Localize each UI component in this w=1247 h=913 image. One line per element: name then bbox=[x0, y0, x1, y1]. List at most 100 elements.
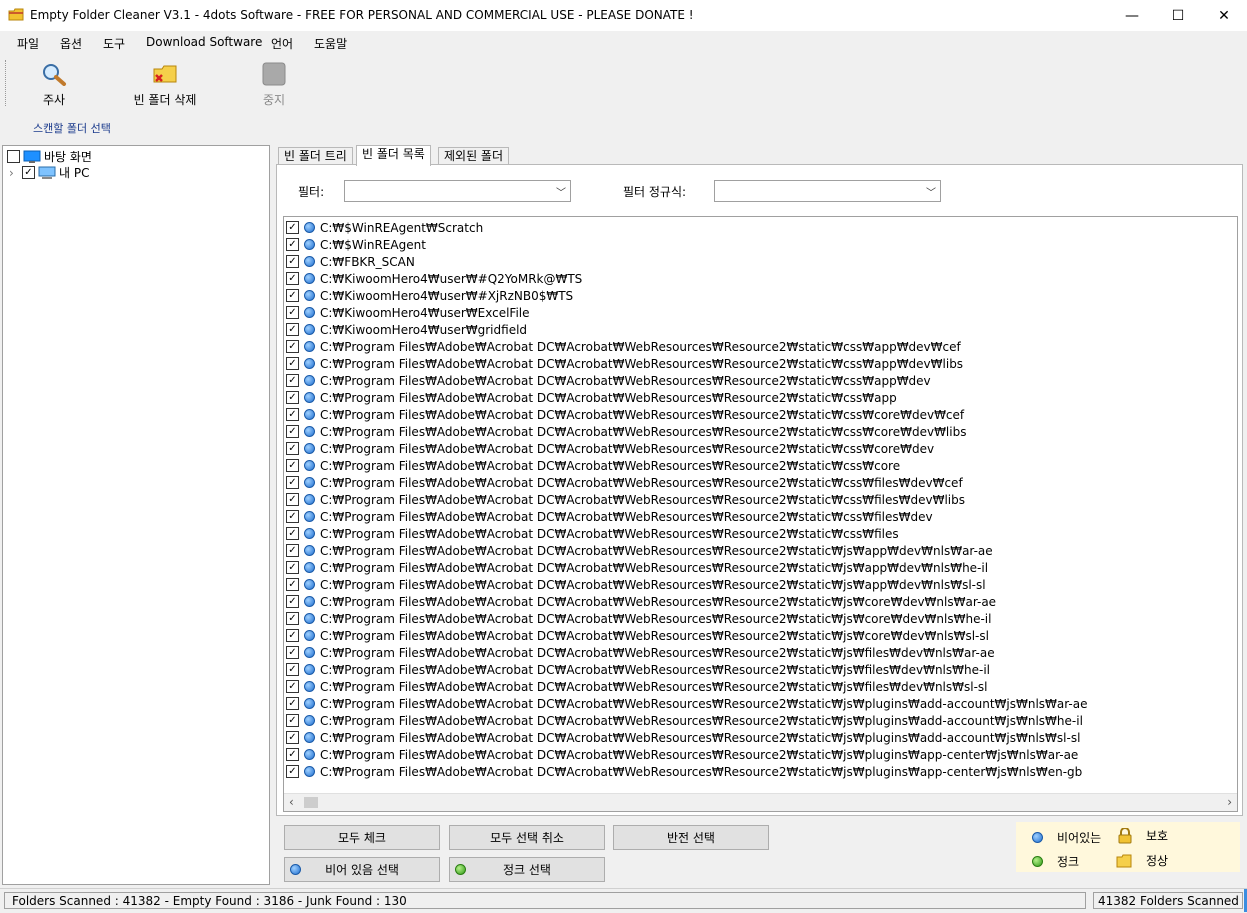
list-item-checkbox[interactable]: ✓ bbox=[286, 510, 299, 523]
list-item[interactable]: ✓ C:₩Program Files₩Adobe₩Acrobat DC₩Acrob… bbox=[286, 355, 963, 372]
list-item-checkbox[interactable]: ✓ bbox=[286, 357, 299, 370]
select-empty-button[interactable]: 비어 있음 선택 bbox=[284, 857, 440, 882]
invert-selection-button[interactable]: 반전 선택 bbox=[613, 825, 769, 850]
chevron-down-icon[interactable]: ﹀ bbox=[556, 184, 566, 199]
list-item-checkbox[interactable]: ✓ bbox=[286, 425, 299, 438]
list-item[interactable]: ✓ C:₩Program Files₩Adobe₩Acrobat DC₩Acrob… bbox=[286, 695, 1088, 712]
list-item-checkbox[interactable]: ✓ bbox=[286, 476, 299, 489]
chevron-down-icon[interactable]: ﹀ bbox=[926, 184, 936, 199]
list-item[interactable]: ✓ C:₩KiwoomHero4₩user₩#Q2YoMRk@₩TS bbox=[286, 270, 582, 287]
list-item[interactable]: ✓ C:₩Program Files₩Adobe₩Acrobat DC₩Acrob… bbox=[286, 627, 989, 644]
list-item-checkbox[interactable]: ✓ bbox=[286, 391, 299, 404]
list-item-checkbox[interactable]: ✓ bbox=[286, 238, 299, 251]
list-item[interactable]: ✓ C:₩Program Files₩Adobe₩Acrobat DC₩Acrob… bbox=[286, 712, 1083, 729]
maximize-button[interactable]: ☐ bbox=[1155, 0, 1201, 31]
list-item[interactable]: ✓ C:₩Program Files₩Adobe₩Acrobat DC₩Acrob… bbox=[286, 372, 931, 389]
list-item[interactable]: ✓ C:₩Program Files₩Adobe₩Acrobat DC₩Acrob… bbox=[286, 729, 1080, 746]
filter-combo[interactable]: ﹀ bbox=[344, 180, 571, 202]
list-item-checkbox[interactable]: ✓ bbox=[286, 323, 299, 336]
select-junk-button[interactable]: 정크 선택 bbox=[449, 857, 605, 882]
menu-download-software[interactable]: Download Software bbox=[146, 35, 262, 49]
list-item-checkbox[interactable]: ✓ bbox=[286, 408, 299, 421]
list-item[interactable]: ✓ C:₩Program Files₩Adobe₩Acrobat DC₩Acrob… bbox=[286, 678, 988, 695]
list-item[interactable]: ✓ C:₩KiwoomHero4₩user₩ExcelFile bbox=[286, 304, 530, 321]
list-item-checkbox[interactable]: ✓ bbox=[286, 442, 299, 455]
list-item-checkbox[interactable]: ✓ bbox=[286, 272, 299, 285]
list-item-checkbox[interactable]: ✓ bbox=[286, 748, 299, 761]
list-item[interactable]: ✓ C:₩Program Files₩Adobe₩Acrobat DC₩Acrob… bbox=[286, 457, 900, 474]
delete-empty-folders-button[interactable]: 빈 폴더 삭제 bbox=[130, 62, 200, 108]
scroll-left-icon[interactable]: ‹ bbox=[289, 795, 294, 809]
list-item[interactable]: ✓ C:₩Program Files₩Adobe₩Acrobat DC₩Acrob… bbox=[286, 763, 1082, 780]
list-item-checkbox[interactable]: ✓ bbox=[286, 578, 299, 591]
list-item-checkbox[interactable]: ✓ bbox=[286, 340, 299, 353]
tab-empty-folder-tree[interactable]: 빈 폴더 트리 bbox=[278, 147, 353, 165]
close-button[interactable]: ✕ bbox=[1201, 0, 1247, 31]
list-item[interactable]: ✓ C:₩Program Files₩Adobe₩Acrobat DC₩Acrob… bbox=[286, 576, 986, 593]
list-item-checkbox[interactable]: ✓ bbox=[286, 663, 299, 676]
list-item[interactable]: ✓ C:₩Program Files₩Adobe₩Acrobat DC₩Acrob… bbox=[286, 491, 965, 508]
list-item[interactable]: ✓ C:₩Program Files₩Adobe₩Acrobat DC₩Acrob… bbox=[286, 389, 897, 406]
list-item-checkbox[interactable]: ✓ bbox=[286, 289, 299, 302]
scroll-thumb[interactable] bbox=[304, 797, 318, 808]
list-item[interactable]: ✓ C:₩Program Files₩Adobe₩Acrobat DC₩Acrob… bbox=[286, 542, 993, 559]
tree-item-desktop[interactable]: 바탕 화면 bbox=[7, 148, 92, 165]
list-item-checkbox[interactable]: ✓ bbox=[286, 629, 299, 642]
uncheck-all-button[interactable]: 모두 선택 취소 bbox=[449, 825, 605, 850]
list-item-checkbox[interactable]: ✓ bbox=[286, 561, 299, 574]
list-item-checkbox[interactable]: ✓ bbox=[286, 714, 299, 727]
list-item[interactable]: ✓ C:₩Program Files₩Adobe₩Acrobat DC₩Acrob… bbox=[286, 661, 990, 678]
list-item-checkbox[interactable]: ✓ bbox=[286, 680, 299, 693]
list-item-checkbox[interactable]: ✓ bbox=[286, 612, 299, 625]
list-item-checkbox[interactable]: ✓ bbox=[286, 374, 299, 387]
tree-item-my-pc[interactable]: › ✓ 내 PC bbox=[9, 164, 89, 181]
list-item[interactable]: ✓ C:₩Program Files₩Adobe₩Acrobat DC₩Acrob… bbox=[286, 559, 988, 576]
list-item-checkbox[interactable]: ✓ bbox=[286, 544, 299, 557]
list-item[interactable]: ✓ C:₩Program Files₩Adobe₩Acrobat DC₩Acrob… bbox=[286, 525, 899, 542]
folder-tree[interactable]: 바탕 화면 › ✓ 내 PC bbox=[2, 145, 270, 885]
list-item[interactable]: ✓ C:₩Program Files₩Adobe₩Acrobat DC₩Acrob… bbox=[286, 508, 933, 525]
stop-button[interactable]: 중지 bbox=[256, 62, 292, 108]
list-item-checkbox[interactable]: ✓ bbox=[286, 459, 299, 472]
list-item[interactable]: ✓ C:₩KiwoomHero4₩user₩#XjRzNB0$₩TS bbox=[286, 287, 573, 304]
regex-filter-combo[interactable]: ﹀ bbox=[714, 180, 941, 202]
check-all-button[interactable]: 모두 체크 bbox=[284, 825, 440, 850]
tab-empty-folder-list[interactable]: 빈 폴더 목록 bbox=[356, 145, 431, 166]
list-item-checkbox[interactable]: ✓ bbox=[286, 765, 299, 778]
list-item-checkbox[interactable]: ✓ bbox=[286, 306, 299, 319]
list-item[interactable]: ✓ C:₩Program Files₩Adobe₩Acrobat DC₩Acrob… bbox=[286, 644, 995, 661]
list-item[interactable]: ✓ C:₩Program Files₩Adobe₩Acrobat DC₩Acrob… bbox=[286, 746, 1078, 763]
scroll-right-icon[interactable]: › bbox=[1227, 795, 1232, 809]
list-item-checkbox[interactable]: ✓ bbox=[286, 527, 299, 540]
list-item-checkbox[interactable]: ✓ bbox=[286, 221, 299, 234]
minimize-button[interactable]: — bbox=[1109, 0, 1155, 31]
list-item[interactable]: ✓ C:₩$WinREAgent bbox=[286, 236, 426, 253]
empty-folder-list[interactable]: ✓ C:₩$WinREAgent₩Scratch ✓ C:₩$WinREAgent ✓ C… bbox=[283, 216, 1238, 812]
list-item-checkbox[interactable]: ✓ bbox=[286, 646, 299, 659]
list-item[interactable]: ✓ C:₩Program Files₩Adobe₩Acrobat DC₩Acrob… bbox=[286, 440, 934, 457]
tree-checkbox[interactable] bbox=[7, 150, 20, 163]
menu-language[interactable]: 언어 bbox=[271, 35, 293, 52]
menu-file[interactable]: 파일 bbox=[17, 35, 39, 52]
list-item-checkbox[interactable]: ✓ bbox=[286, 493, 299, 506]
expand-arrow-icon[interactable]: › bbox=[9, 166, 19, 180]
list-item[interactable]: ✓ C:₩Program Files₩Adobe₩Acrobat DC₩Acrob… bbox=[286, 406, 964, 423]
list-item[interactable]: ✓ C:₩Program Files₩Adobe₩Acrobat DC₩Acrob… bbox=[286, 423, 966, 440]
list-item[interactable]: ✓ C:₩Program Files₩Adobe₩Acrobat DC₩Acrob… bbox=[286, 474, 963, 491]
list-item-checkbox[interactable]: ✓ bbox=[286, 731, 299, 744]
list-item[interactable]: ✓ C:₩FBKR_SCAN bbox=[286, 253, 415, 270]
list-item[interactable]: ✓ C:₩KiwoomHero4₩user₩gridfield bbox=[286, 321, 527, 338]
scan-button[interactable]: 주사 bbox=[36, 62, 72, 108]
list-item[interactable]: ✓ C:₩Program Files₩Adobe₩Acrobat DC₩Acrob… bbox=[286, 593, 996, 610]
menu-options[interactable]: 옵션 bbox=[60, 35, 82, 52]
tab-excluded-folders[interactable]: 제외된 폴더 bbox=[438, 147, 510, 165]
list-item-checkbox[interactable]: ✓ bbox=[286, 697, 299, 710]
list-item[interactable]: ✓ C:₩Program Files₩Adobe₩Acrobat DC₩Acrob… bbox=[286, 338, 961, 355]
list-item-checkbox[interactable]: ✓ bbox=[286, 255, 299, 268]
list-item[interactable]: ✓ C:₩Program Files₩Adobe₩Acrobat DC₩Acrob… bbox=[286, 610, 991, 627]
list-item[interactable]: ✓ C:₩$WinREAgent₩Scratch bbox=[286, 219, 483, 236]
menu-tools[interactable]: 도구 bbox=[103, 35, 125, 52]
horizontal-scrollbar[interactable]: ‹ › bbox=[284, 793, 1237, 811]
toolbar-grip[interactable] bbox=[5, 60, 8, 106]
list-item-checkbox[interactable]: ✓ bbox=[286, 595, 299, 608]
